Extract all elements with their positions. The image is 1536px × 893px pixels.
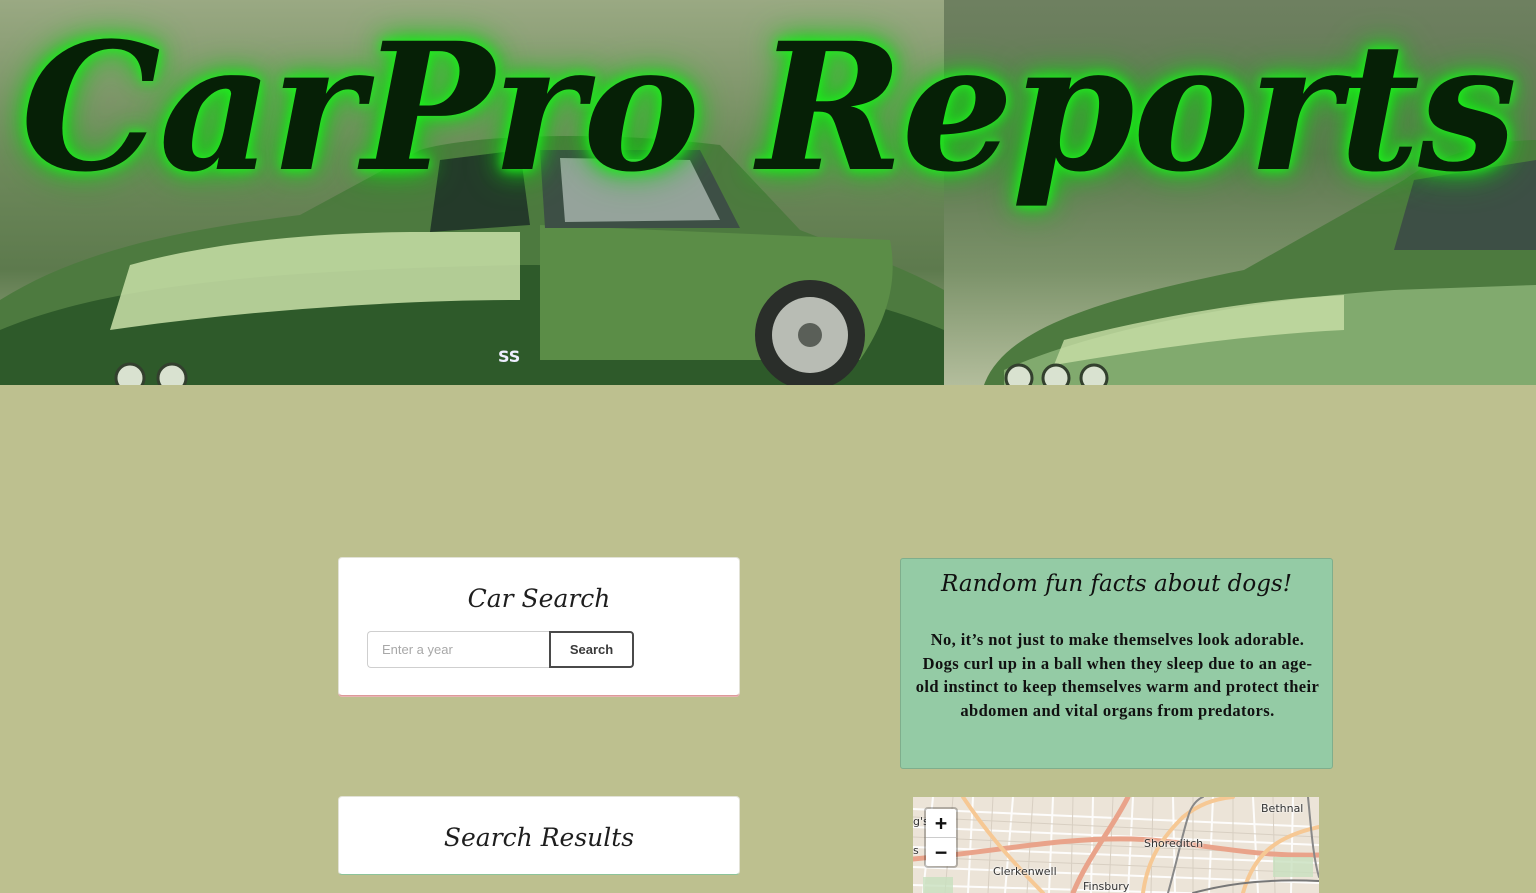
map-zoom-control: + −	[924, 807, 958, 868]
car-search-title: Car Search	[467, 584, 611, 613]
site-title: CarPro Reports	[20, 4, 1517, 211]
search-results-title: Search Results	[443, 823, 635, 852]
car-search-card: Car Search Search	[338, 557, 740, 696]
map-widget[interactable]: Bethnal Shoreditch Clerkenwell Finsbury …	[913, 797, 1319, 893]
map-tiles	[913, 797, 1319, 893]
search-results-card: Search Results	[338, 796, 740, 875]
map-label-partial: s	[913, 844, 919, 857]
svg-text:SS: SS	[498, 347, 520, 366]
zoom-out-button[interactable]: −	[926, 838, 956, 866]
map-label-clerkenwell: Clerkenwell	[993, 865, 1057, 878]
dog-facts-title: Random fun facts about dogs!	[941, 571, 1292, 597]
dog-fact-text: No, it’s not just to make themselves loo…	[915, 630, 1320, 720]
map-label-bethnal: Bethnal	[1261, 802, 1304, 815]
zoom-in-button[interactable]: +	[926, 809, 956, 838]
map-label-shoreditch: Shoreditch	[1144, 837, 1204, 850]
dog-facts-panel: Random fun facts about dogs! No, it’s no…	[900, 558, 1333, 769]
year-input[interactable]	[367, 631, 549, 668]
map-label-finsbury: Finsbury	[1083, 880, 1130, 893]
hero-banner: SS CarPro Reports	[0, 0, 1536, 385]
search-button[interactable]: Search	[549, 631, 634, 668]
